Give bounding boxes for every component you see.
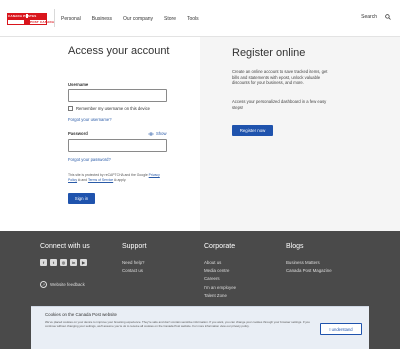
cookie-accept-button[interactable]: I understand xyxy=(320,323,362,335)
footer-heading: Support xyxy=(122,243,147,250)
register-now-button[interactable]: Register now xyxy=(232,125,273,136)
footer-corporate: Corporate About us Media centre Careers … xyxy=(204,243,236,300)
remember-label: Remember my username on this device xyxy=(76,106,151,111)
nav-our-company[interactable]: Our company xyxy=(123,16,153,22)
logo-text: CANADA POSTES xyxy=(8,14,37,18)
canada-post-logo[interactable]: CANADA POSTES POST CANADA xyxy=(7,13,54,25)
logo-white-block xyxy=(7,19,25,25)
footer-link[interactable]: Need help? xyxy=(122,259,147,267)
footer-heading: Blogs xyxy=(286,243,304,250)
recaptcha-text: This site is protected by reCAPTCHA and … xyxy=(68,173,148,177)
recaptcha-apply: apply. xyxy=(117,177,127,182)
login-panel: Access your account Username Remember my… xyxy=(0,37,200,231)
website-feedback-link[interactable]: ↗ Website feedback xyxy=(40,281,85,288)
search-icon xyxy=(385,14,391,20)
password-label: Password xyxy=(68,131,88,136)
external-link-icon: ⧉ xyxy=(114,177,117,182)
footer-link[interactable]: Business Matters xyxy=(286,259,332,267)
recaptcha-notice: This site is protected by reCAPTCHA and … xyxy=(68,173,168,182)
nav-business[interactable]: Business xyxy=(92,16,112,22)
site-header: CANADA POSTES POST CANADA Personal Busin… xyxy=(0,0,400,37)
cookie-banner: Cookies on the Canada Post website We've… xyxy=(31,306,369,349)
show-label: Show xyxy=(156,131,167,136)
remember-username[interactable]: Remember my username on this device xyxy=(68,106,150,111)
eye-icon xyxy=(148,132,154,135)
feedback-label: Website feedback xyxy=(50,282,85,287)
nav-store[interactable]: Store xyxy=(164,16,176,22)
nav-personal[interactable]: Personal xyxy=(61,16,81,22)
logo-text: POST CANADA xyxy=(30,20,55,24)
footer-link[interactable]: About us xyxy=(204,259,236,267)
linkedin-icon[interactable]: in xyxy=(70,259,77,266)
username-input[interactable] xyxy=(68,89,167,102)
forgot-username-link[interactable]: Forgot your username? xyxy=(68,117,112,122)
footer-link[interactable]: Contact us xyxy=(122,267,147,275)
forgot-password-link[interactable]: Forgot your password? xyxy=(68,157,111,162)
footer-link[interactable]: Media centre xyxy=(204,267,236,275)
footer-link[interactable]: I'm an employee xyxy=(204,284,236,292)
footer-link[interactable]: Talent Zone xyxy=(204,292,236,300)
register-description: Create an online account to save tracked… xyxy=(232,69,328,86)
footer-blogs: Blogs Business Matters Canada Post Magaz… xyxy=(286,243,332,275)
footer-support: Support Need help? Contact us xyxy=(122,243,147,275)
terms-link[interactable]: Terms of Service xyxy=(88,178,113,182)
footer-heading: Connect with us xyxy=(40,243,90,250)
username-label: Username xyxy=(68,82,89,87)
remember-checkbox[interactable] xyxy=(68,106,73,111)
login-title: Access your account xyxy=(68,45,170,57)
instagram-icon[interactable]: ◎ xyxy=(60,259,67,266)
main-nav: Personal Business Our company Store Tool… xyxy=(61,0,210,37)
password-input[interactable] xyxy=(68,139,167,152)
header-divider xyxy=(54,9,55,27)
feedback-icon: ↗ xyxy=(40,281,47,288)
twitter-icon[interactable]: t xyxy=(50,259,57,266)
social-links: f t ◎ in ▶ xyxy=(40,259,90,266)
show-password-toggle[interactable]: Show xyxy=(148,131,166,136)
cookie-text: We've placed cookies on your device to i… xyxy=(45,320,310,329)
cookie-title: Cookies on the Canada Post website xyxy=(45,312,118,317)
register-dashboard-text: Access your personalized dashboard in a … xyxy=(232,99,327,110)
footer-link[interactable]: Canada Post Magazine xyxy=(286,267,332,275)
facebook-icon[interactable]: f xyxy=(40,259,47,266)
register-panel: Register online Create an online account… xyxy=(200,37,400,231)
search-button[interactable]: Search xyxy=(361,14,391,20)
footer-link[interactable]: Careers xyxy=(204,275,236,283)
sign-in-button[interactable]: Sign in xyxy=(68,193,95,204)
search-label: Search xyxy=(361,14,377,20)
youtube-icon[interactable]: ▶ xyxy=(80,259,87,266)
footer-heading: Corporate xyxy=(204,243,236,250)
register-title: Register online xyxy=(232,47,306,59)
footer-connect: Connect with us f t ◎ in ▶ xyxy=(40,243,90,266)
nav-tools[interactable]: Tools xyxy=(187,16,199,22)
recaptcha-and: and xyxy=(81,177,88,182)
